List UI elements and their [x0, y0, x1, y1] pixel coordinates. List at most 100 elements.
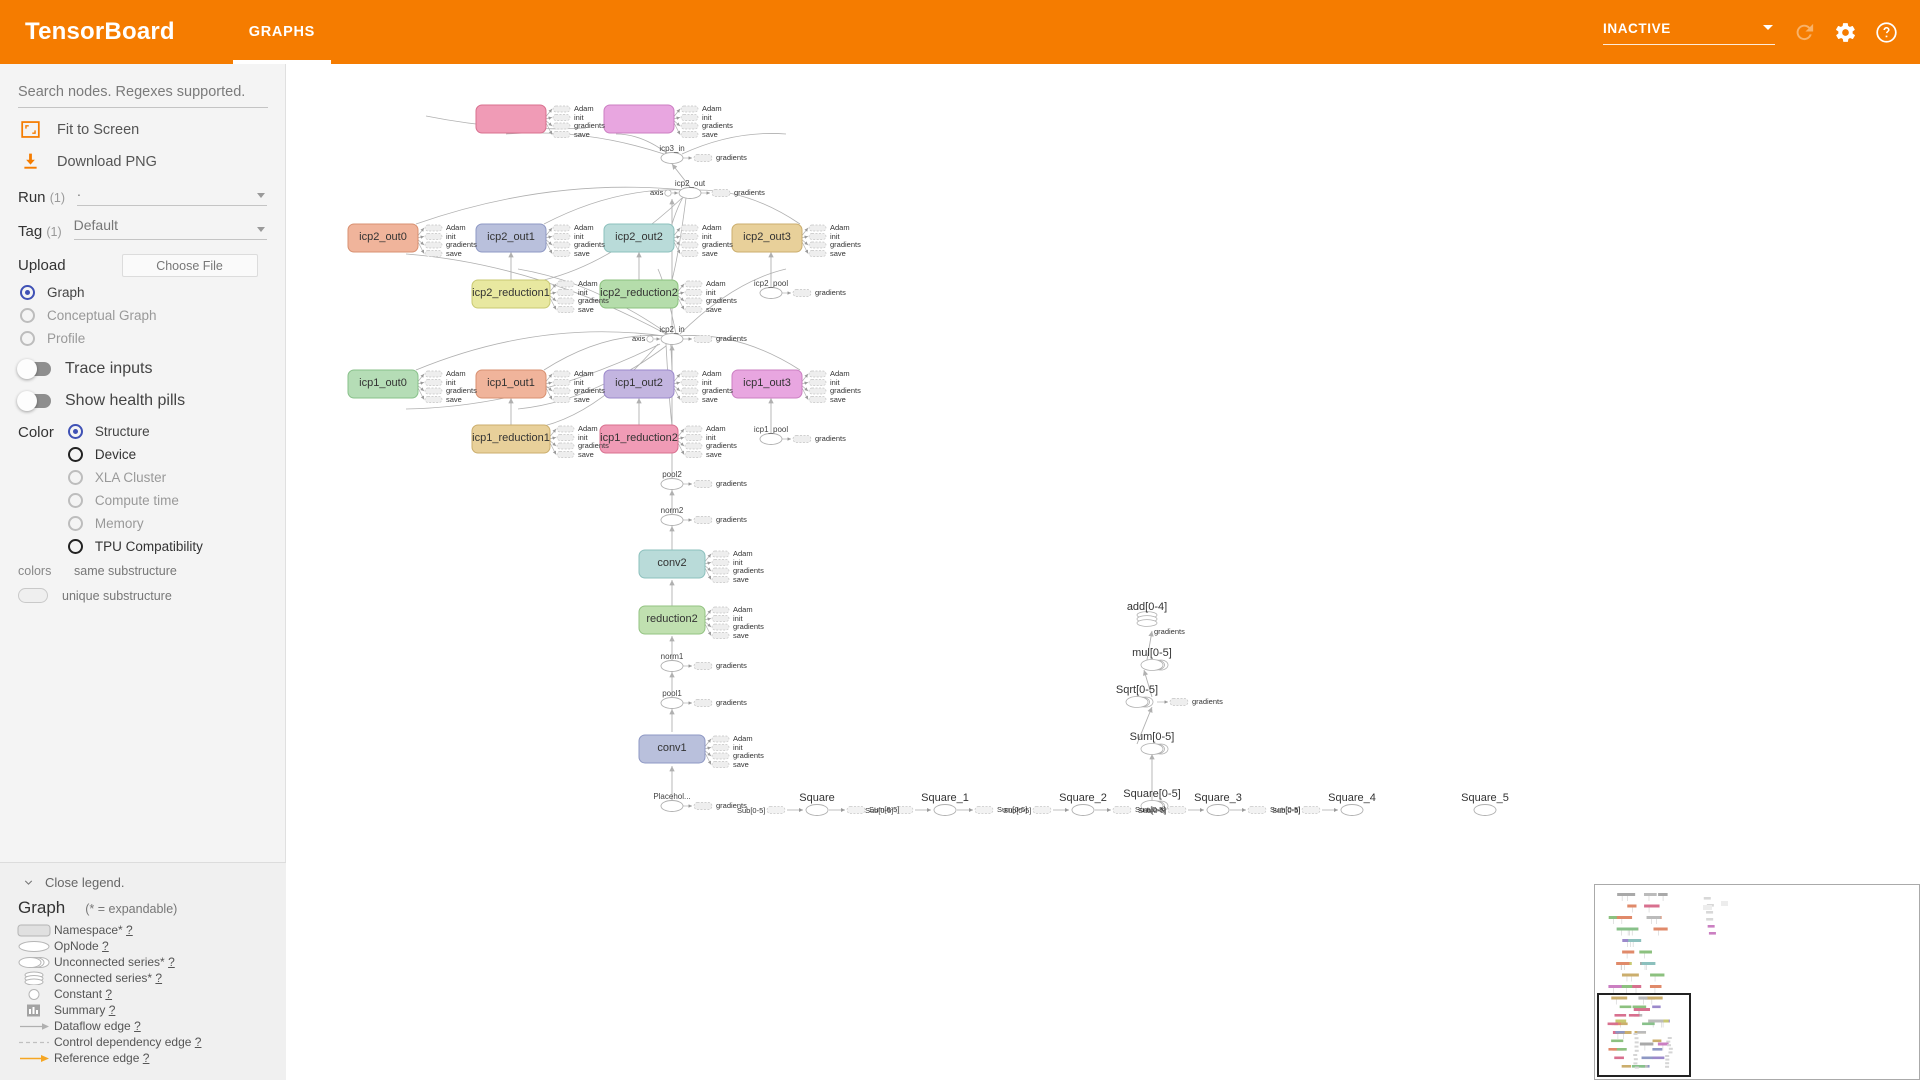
legend-help-link[interactable]: ? [143, 1051, 150, 1065]
satellite-label: save [733, 630, 749, 640]
toggle-switch [17, 359, 51, 379]
legend-help-link[interactable]: ? [168, 955, 175, 969]
gear-icon[interactable] [1834, 21, 1857, 44]
app-bar: TensorBoard GRAPHS INACTIVE [0, 0, 1920, 64]
radio-indicator [67, 470, 83, 485]
legend-help-link[interactable]: ? [134, 1019, 141, 1033]
radio-profile[interactable]: Profile [0, 323, 285, 346]
search-input[interactable] [18, 80, 268, 108]
color-title: Color [18, 424, 54, 441]
namespace-icon [14, 924, 54, 937]
minimap[interactable] [1594, 884, 1920, 1080]
color-option-structure[interactable]: Structure [64, 422, 203, 439]
legend-item-namespace: Namespace* ? [14, 922, 286, 938]
graph-op-norm1: norm1 [660, 652, 684, 661]
color-option-memory-label: Memory [94, 516, 144, 531]
minimap-viewport[interactable] [1597, 993, 1691, 1077]
tag-selector[interactable]: Default [73, 217, 267, 240]
graph-series-add[0-4]: add[0-4] [1126, 601, 1168, 613]
graph-series-Sum[0-5]: Sum[0-5] [1129, 731, 1175, 743]
graph-canvas[interactable]: icp2_out0 Adam init gradients save icp2_out1 A… [286, 64, 1920, 1080]
gradients-label: gradients [716, 698, 747, 707]
graph-node-Square: Square [799, 792, 835, 804]
color-option-xla-cluster-label: XLA Cluster [94, 470, 167, 485]
satellite-label: save [578, 304, 594, 314]
choose-file-button[interactable]: Choose File [121, 254, 258, 277]
graph-node-icp2_reduction1: icp2_reduction1 [472, 287, 550, 299]
chevron-down-icon [1763, 24, 1773, 30]
fit-to-screen-icon [21, 121, 40, 138]
graph-node-icp1_out0: icp1_out0 [359, 377, 407, 389]
graph-node-icp2_out1: icp2_out1 [487, 231, 535, 243]
run-status-dropdown[interactable]: INACTIVE [1603, 20, 1775, 45]
radio-conceptual-graph[interactable]: Conceptual Graph [0, 300, 285, 323]
graph-op-pool1: pool1 [662, 689, 682, 698]
sidebar: Fit to Screen Download PNG Run (1) . Tag… [0, 64, 286, 1080]
refresh-icon[interactable] [1793, 21, 1816, 44]
graph-node-icp1_reduction2: icp1_reduction2 [600, 432, 678, 444]
run-selector[interactable]: . [76, 183, 267, 206]
same-substructure-label: same substructure [74, 564, 177, 578]
graph-node-Square_1: Square_1 [921, 792, 969, 804]
gradients-label: gradients [716, 153, 747, 162]
legend-item-constant: Constant ? [14, 986, 286, 1002]
graph-node-Square_3: Square_3 [1194, 792, 1242, 804]
radio-graph[interactable]: Graph [0, 277, 285, 300]
legend-help-link[interactable]: ? [126, 923, 133, 937]
radio-indicator [67, 516, 83, 531]
color-option-tpu-compatibility[interactable]: TPU Compatibility [64, 531, 203, 554]
help-icon[interactable] [1875, 21, 1898, 44]
legend-help-link[interactable]: ? [102, 939, 109, 953]
radio-conceptual-graph-label: Conceptual Graph [47, 308, 157, 323]
app-brand: TensorBoard [25, 18, 175, 45]
gradients-label: gradients [716, 479, 747, 488]
chain-sub-label: Sub[0-5] [1003, 806, 1032, 815]
color-option-xla-cluster[interactable]: XLA Cluster [64, 462, 203, 485]
download-icon [24, 153, 37, 169]
close-legend-button[interactable]: Close legend. [0, 863, 286, 890]
summary-icon [14, 1004, 54, 1017]
graph-node-icp1_out3: icp1_out3 [743, 377, 791, 389]
constant-icon [14, 988, 54, 1001]
color-option-tpu-compatibility-label: TPU Compatibility [94, 539, 203, 554]
chevron-down-icon [257, 227, 265, 232]
satellite-label: save [733, 574, 749, 584]
fit-to-screen-button[interactable]: Fit to Screen [0, 108, 285, 140]
legend-help-link[interactable]: ? [195, 1035, 202, 1049]
legend-label: OpNode [54, 939, 99, 953]
graph-op-icp2_in: icp2_in [659, 325, 685, 334]
chain-sub-label: Sub[0-5] [1138, 806, 1167, 815]
color-option-device[interactable]: Device [64, 439, 203, 462]
show-health-pills-label: Show health pills [65, 392, 186, 409]
legend-help-link[interactable]: ? [109, 1003, 116, 1017]
download-png-label: Download PNG [57, 153, 157, 170]
tag-selector-value: Default [73, 217, 118, 233]
graph-series-mul[0-5]: mul[0-5] [1132, 647, 1172, 659]
color-options-block: Color Structure Device XLA Cluster Compu… [0, 410, 285, 554]
radio-indicator [67, 493, 83, 508]
graph-node-icp1_out2: icp1_out2 [615, 377, 663, 389]
app-bar-actions: INACTIVE [1603, 20, 1920, 45]
graph-node-reduction2: reduction2 [646, 613, 698, 625]
download-png-button[interactable]: Download PNG [0, 140, 285, 172]
toggle-show-health-pills[interactable]: Show health pills [0, 378, 285, 411]
graph-op-icp1_pool: icp1_pool [753, 425, 789, 434]
tag-field-row: Tag (1) Default [0, 206, 285, 240]
upload-row: Upload Choose File [0, 240, 285, 277]
run-field-label: Run (1) [18, 189, 65, 206]
gradients-label: gradients [1192, 697, 1223, 706]
satellite-label: save [830, 248, 846, 258]
toggle-trace-inputs[interactable]: Trace inputs [0, 346, 285, 379]
color-option-compute-time[interactable]: Compute time [64, 485, 203, 508]
radio-graph-label: Graph [47, 285, 85, 300]
legend-help-link[interactable]: ? [105, 987, 112, 1001]
graph-node-icp1_out1: icp1_out1 [487, 377, 535, 389]
chain-sub-label: Sub[0-5] [865, 806, 894, 815]
radio-indicator [67, 447, 83, 462]
legend-help-link[interactable]: ? [155, 971, 162, 985]
satellite-label: save [702, 248, 718, 258]
satellite-label: save [446, 248, 462, 258]
color-option-memory[interactable]: Memory [64, 508, 203, 531]
graph-op-norm2: norm2 [660, 506, 684, 515]
tab-graphs[interactable]: GRAPHS [232, 0, 332, 64]
